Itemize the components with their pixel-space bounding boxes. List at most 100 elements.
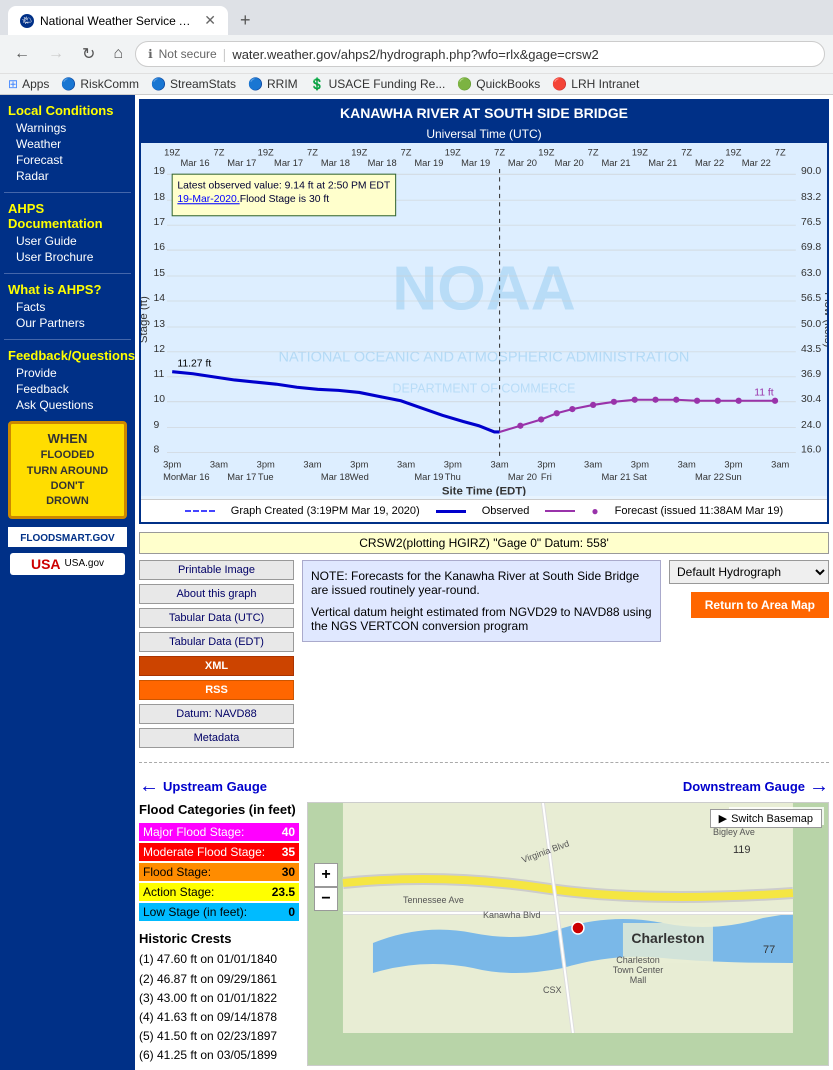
svg-text:Mar 17: Mar 17 <box>227 472 256 482</box>
sidebar-ask-questions-link[interactable]: Ask Questions <box>4 397 131 413</box>
svg-text:3pm: 3pm <box>631 459 649 469</box>
sidebar-local-conditions-section: Local Conditions Warnings Weather Foreca… <box>4 101 131 184</box>
sidebar-what-is-ahps-heading[interactable]: What is AHPS? <box>4 280 131 299</box>
lrh-icon: 🔴 <box>552 77 567 91</box>
svg-text:Mar 18: Mar 18 <box>368 158 397 168</box>
svg-text:Wed: Wed <box>350 472 369 482</box>
new-tab-button[interactable]: + <box>232 6 259 35</box>
usace-icon: 💲 <box>310 77 325 91</box>
moderate-value: 35 <box>265 845 295 859</box>
sidebar-provide-link[interactable]: Provide <box>4 365 131 381</box>
tab-close-button[interactable]: ✕ <box>204 12 216 29</box>
svg-text:17: 17 <box>153 217 165 228</box>
svg-text:19Z: 19Z <box>538 147 554 157</box>
gov-label: USA.gov <box>65 558 104 569</box>
svg-text:NOAA: NOAA <box>392 254 576 323</box>
svg-text:3am: 3am <box>303 459 321 469</box>
svg-text:Mar 19: Mar 19 <box>414 158 443 168</box>
svg-text:7Z: 7Z <box>401 147 412 157</box>
usagov-logo[interactable]: USA USA.gov <box>8 553 127 575</box>
zoom-out-button[interactable]: − <box>314 887 338 911</box>
main-content: KANAWHA RIVER AT SOUTH SIDE BRIDGE Unive… <box>135 95 833 1070</box>
svg-text:Mall: Mall <box>630 975 647 985</box>
sidebar-facts-link[interactable]: Facts <box>4 299 131 315</box>
metadata-button[interactable]: Metadata <box>139 728 294 748</box>
gauge-datum-text: CRSW2(plotting HGIRZ) "Gage 0" Datum: 55… <box>359 536 609 550</box>
sidebar-feedback-link[interactable]: Feedback <box>4 381 131 397</box>
sidebar-warnings-link[interactable]: Warnings <box>4 120 131 136</box>
return-to-area-map-button[interactable]: Return to Area Map <box>691 592 829 618</box>
svg-text:3pm: 3pm <box>537 459 555 469</box>
main-layout: Local Conditions Warnings Weather Foreca… <box>0 95 833 1070</box>
riskcomm-label: RiskComm <box>80 77 139 91</box>
home-button[interactable]: ⌂ <box>107 43 129 65</box>
sidebar-local-conditions-heading[interactable]: Local Conditions <box>4 101 131 120</box>
note-para1: NOTE: Forecasts for the Kanawha River at… <box>311 569 652 597</box>
rss-button[interactable]: RSS <box>139 680 294 700</box>
svg-text:Stage (ft): Stage (ft) <box>141 296 150 343</box>
note-para2: Vertical datum height estimated from NGV… <box>311 605 652 633</box>
bookmark-rrim[interactable]: 🔵 RRIM <box>248 77 298 91</box>
sidebar-feedback-heading[interactable]: Feedback/Questions <box>4 346 131 365</box>
svg-text:76.5: 76.5 <box>801 217 821 228</box>
url-text[interactable]: water.weather.gov/ahps2/hydrograph.php?w… <box>232 47 812 62</box>
svg-text:83.2: 83.2 <box>801 192 821 203</box>
svg-text:12: 12 <box>153 344 165 355</box>
svg-text:Mar 21: Mar 21 <box>601 158 630 168</box>
sidebar-what-is-ahps-section: What is AHPS? Facts Our Partners <box>4 280 131 331</box>
bookmark-riskcomm[interactable]: 🔵 RiskComm <box>61 77 139 91</box>
flood-sign-line5: DROWN <box>15 494 120 509</box>
datum-button[interactable]: Datum: NAVD88 <box>139 704 294 724</box>
bookmark-streamstats[interactable]: 🔵 StreamStats <box>151 77 236 91</box>
floodsmart-logo[interactable]: FLOODSMART.GOV <box>8 527 127 547</box>
tabular-edt-button[interactable]: Tabular Data (EDT) <box>139 632 294 652</box>
svg-text:8: 8 <box>153 445 159 456</box>
map-area[interactable]: Zoom Level: 14 ▶ Switch Basemap + − <box>307 802 829 1065</box>
sidebar-user-guide-link[interactable]: User Guide <box>4 233 131 249</box>
svg-text:69.8: 69.8 <box>801 242 821 253</box>
printable-image-button[interactable]: Printable Image <box>139 560 294 580</box>
chart-legend: Graph Created (3:19PM Mar 19, 2020) Obse… <box>141 499 827 522</box>
address-bar[interactable]: ℹ Not secure | water.weather.gov/ahps2/h… <box>135 41 825 67</box>
svg-text:Mar 22: Mar 22 <box>695 158 724 168</box>
sidebar-ahps-heading[interactable]: AHPS Documentation <box>4 199 131 233</box>
downstream-gauge-link[interactable]: Downstream Gauge → <box>683 775 829 798</box>
bookmark-lrh[interactable]: 🔴 LRH Intranet <box>552 77 639 91</box>
legend-created-label: Graph Created (3:19PM Mar 19, 2020) <box>231 505 420 517</box>
switch-basemap-button[interactable]: ▶ Switch Basemap <box>710 809 822 828</box>
sidebar-user-brochure-link[interactable]: User Brochure <box>4 249 131 265</box>
active-tab[interactable]: 🌤 National Weather Service Advanc... ✕ <box>8 6 228 35</box>
moderate-label: Moderate Flood Stage: <box>143 845 265 859</box>
back-button[interactable]: ← <box>8 43 36 65</box>
svg-text:CSX: CSX <box>543 985 562 995</box>
hydrograph-dropdown[interactable]: Default Hydrograph Maximum Observed/Fore… <box>669 560 829 584</box>
svg-text:24.0: 24.0 <box>801 420 821 431</box>
sidebar-radar-link[interactable]: Radar <box>4 168 131 184</box>
tabular-utc-button[interactable]: Tabular Data (UTC) <box>139 608 294 628</box>
svg-text:3pm: 3pm <box>163 459 181 469</box>
svg-text:Mar 20: Mar 20 <box>555 158 584 168</box>
reload-button[interactable]: ↻ <box>76 42 101 66</box>
sidebar-partners-link[interactable]: Our Partners <box>4 315 131 331</box>
svg-text:Mar 22: Mar 22 <box>695 472 724 482</box>
bookmarks-bar: ⊞ Apps 🔵 RiskComm 🔵 StreamStats 🔵 RRIM 💲… <box>0 73 833 94</box>
major-label: Major Flood Stage: <box>143 825 265 839</box>
forward-button[interactable]: → <box>42 43 70 65</box>
svg-text:7Z: 7Z <box>775 147 786 157</box>
sidebar-weather-link[interactable]: Weather <box>4 136 131 152</box>
historic-item-5: (5) 41.50 ft on 02/23/1897 <box>139 1027 299 1046</box>
svg-text:13: 13 <box>153 319 165 330</box>
svg-text:7Z: 7Z <box>214 147 225 157</box>
bookmark-usace[interactable]: 💲 USACE Funding Re... <box>310 77 446 91</box>
sidebar-forecast-link[interactable]: Forecast <box>4 152 131 168</box>
xml-button[interactable]: XML <box>139 656 294 676</box>
upstream-gauge-link[interactable]: ← Upstream Gauge <box>139 775 267 798</box>
bookmark-quickbooks[interactable]: 🟢 QuickBooks <box>457 77 540 91</box>
low-label: Low Stage (in feet): <box>143 905 265 919</box>
flood-sign: WHEN FLOODED TURN AROUND DON'T DROWN <box>8 421 127 519</box>
sidebar-divider-3 <box>4 339 131 340</box>
about-graph-button[interactable]: About this graph <box>139 584 294 604</box>
zoom-in-button[interactable]: + <box>314 863 338 887</box>
streamstats-icon: 🔵 <box>151 77 166 91</box>
bookmark-apps[interactable]: ⊞ Apps <box>8 77 49 91</box>
